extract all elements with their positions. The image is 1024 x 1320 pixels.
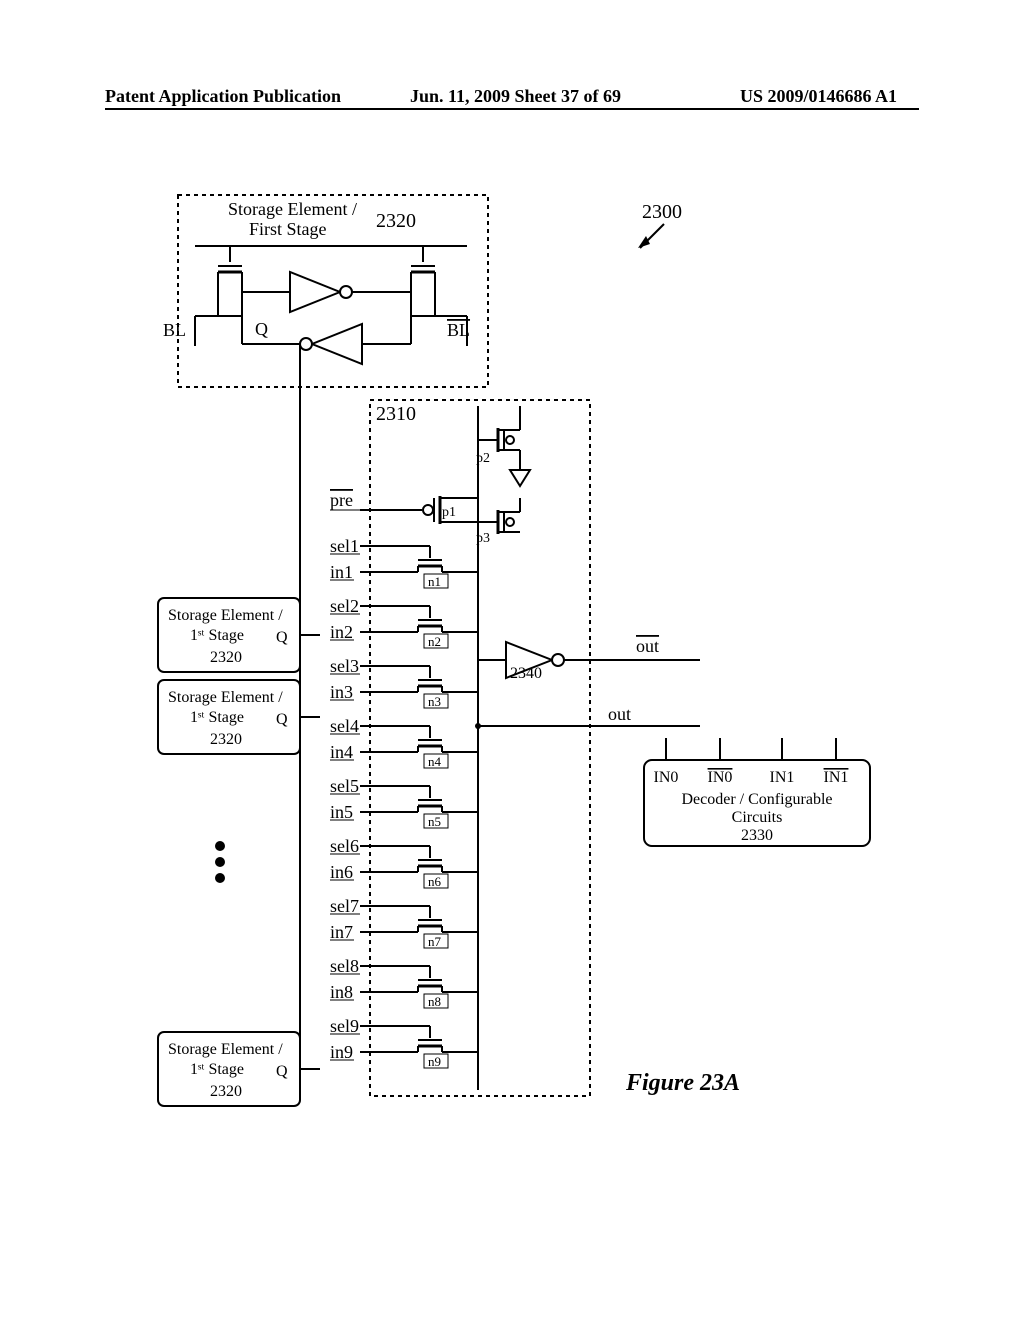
in-label: in2 — [330, 622, 353, 642]
in-label: in7 — [330, 922, 353, 942]
svg-text:2320: 2320 — [210, 731, 242, 748]
svg-text:2320: 2320 — [210, 1083, 242, 1100]
ellipsis-dot — [215, 873, 225, 883]
in-label: in9 — [330, 1042, 353, 1062]
in-label: in1 — [330, 562, 353, 582]
sel-label: sel7 — [330, 896, 359, 916]
sel-label: sel8 — [330, 956, 359, 976]
decoder-in1bar: IN1 — [824, 769, 849, 786]
ref-2310: 2310 — [376, 403, 416, 425]
p2-label: p2 — [476, 451, 490, 466]
svg-text:Q: Q — [276, 629, 288, 646]
out-label: out — [608, 704, 631, 724]
sel-label: sel5 — [330, 776, 359, 796]
svg-text:Storage Element /: Storage Element / — [168, 607, 283, 624]
svg-text:Storage Element /: Storage Element / — [168, 1041, 283, 1058]
decoder-in1: IN1 — [770, 769, 795, 786]
svg-text:1ˢᵗ Stage: 1ˢᵗ Stage — [190, 1061, 244, 1078]
n-label: n8 — [428, 994, 441, 1009]
q-label: Q — [255, 319, 268, 339]
pre-label: pre — [330, 490, 353, 510]
blbar-label: BL — [447, 320, 470, 340]
p3-transistor: p3 — [476, 498, 520, 546]
figure-svg: 2300 Storage Element / First Stage 2320 … — [0, 0, 1024, 1320]
in-label: in8 — [330, 982, 353, 1002]
n-label: n1 — [428, 574, 441, 589]
ellipsis-dot — [215, 841, 225, 851]
n-label: n9 — [428, 1054, 441, 1069]
ref-2340: 2340 — [510, 665, 542, 682]
svg-text:1ˢᵗ Stage: 1ˢᵗ Stage — [190, 709, 244, 726]
storage-title2: First Stage — [249, 219, 327, 239]
n-label: n7 — [428, 934, 442, 949]
decoder-line2: Circuits — [732, 809, 783, 826]
svg-text:Storage Element /: Storage Element / — [168, 689, 283, 706]
decoder-in0bar: IN0 — [708, 769, 733, 786]
in-label: in4 — [330, 742, 353, 762]
inverter-fwd — [290, 272, 340, 312]
sel-label: sel4 — [330, 716, 359, 736]
sel-label: sel3 — [330, 656, 359, 676]
sel-label: sel9 — [330, 1016, 359, 1036]
n-label: n5 — [428, 814, 441, 829]
decoder-ref: 2330 — [741, 827, 773, 844]
svg-text:Q: Q — [276, 711, 288, 728]
ellipsis-dot — [215, 857, 225, 867]
storage-ref-top: 2320 — [376, 210, 416, 232]
figure-caption: Figure 23A — [625, 1070, 740, 1096]
in-label: in3 — [330, 682, 353, 702]
sel-label: sel1 — [330, 536, 359, 556]
n-label: n6 — [428, 874, 442, 889]
p1-label: p1 — [442, 505, 456, 520]
in-label: in5 — [330, 802, 353, 822]
access-transistor-right — [411, 246, 467, 316]
decoder-in0: IN0 — [654, 769, 679, 786]
out-bar-label: out — [636, 636, 659, 656]
n-label: n4 — [428, 754, 442, 769]
p2-transistor: p2 — [476, 406, 530, 486]
ref-2300: 2300 — [642, 201, 682, 223]
svg-text:2320: 2320 — [210, 649, 242, 666]
inverter-rev — [312, 324, 362, 364]
n-label: n2 — [428, 634, 441, 649]
p3-label: p3 — [476, 531, 490, 546]
svg-text:1ˢᵗ Stage: 1ˢᵗ Stage — [190, 627, 244, 644]
in-label: in6 — [330, 862, 353, 882]
sel-label: sel6 — [330, 836, 359, 856]
storage-title1: Storage Element / — [228, 199, 357, 219]
sel-label: sel2 — [330, 596, 359, 616]
svg-text:Q: Q — [276, 1063, 288, 1080]
access-transistor-left — [195, 246, 242, 316]
decoder-line1: Decoder / Configurable — [681, 791, 832, 808]
n-label: n3 — [428, 694, 441, 709]
bl-label: BL — [163, 320, 186, 340]
